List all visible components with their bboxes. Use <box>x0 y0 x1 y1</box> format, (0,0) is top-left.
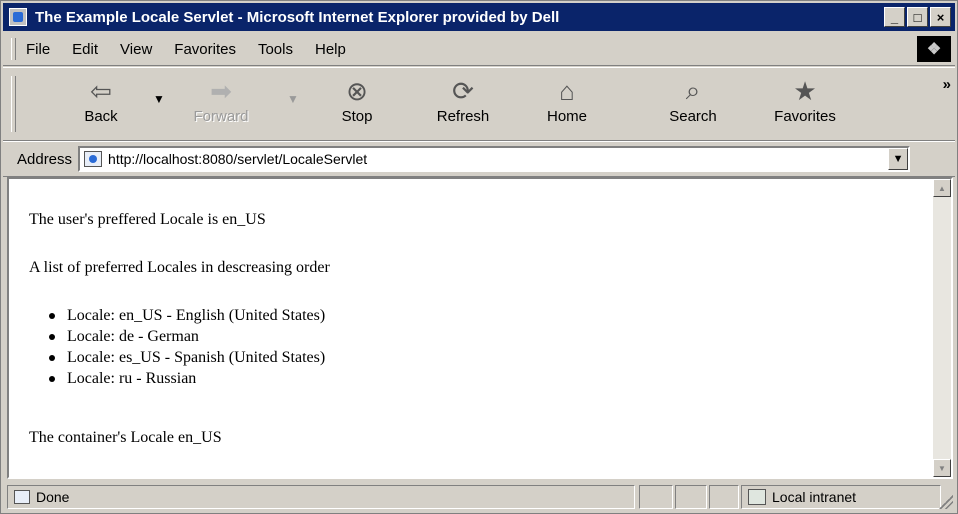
search-button[interactable]: ⌕ Search <box>651 74 735 134</box>
resize-grip-icon[interactable] <box>939 495 953 509</box>
scroll-down-icon[interactable]: ▼ <box>933 459 951 477</box>
home-button[interactable]: ⌂ Home <box>525 74 609 134</box>
page-status-icon <box>14 490 30 504</box>
page-content: The user's preffered Locale is en_US A l… <box>7 177 953 479</box>
stop-button[interactable]: ⊗ Stop <box>315 74 399 134</box>
page-icon <box>84 151 103 167</box>
menu-help[interactable]: Help <box>315 41 346 58</box>
zone-label: Local intranet <box>772 489 857 505</box>
forward-dropdown-icon[interactable]: ▼ <box>287 92 299 106</box>
close-button[interactable]: × <box>930 7 951 27</box>
browser-window: The Example Locale Servlet - Microsoft I… <box>0 0 958 514</box>
forward-button[interactable]: ➡ Forward <box>179 74 263 134</box>
stop-icon: ⊗ <box>346 75 368 106</box>
list-item: Locale: en_US - English (United States) <box>48 307 326 324</box>
status-bar: Done Local intranet <box>3 483 955 511</box>
maximize-button[interactable]: □ <box>907 7 928 27</box>
ie-window-icon[interactable] <box>9 8 27 26</box>
forward-arrow-icon: ➡ <box>210 75 232 106</box>
menu-bar: File Edit View Favorites Tools Help ❖ <box>3 33 955 66</box>
address-dropdown-icon[interactable]: ▼ <box>888 148 909 170</box>
favorites-icon: ★ <box>793 75 817 106</box>
list-item: Locale: ru - Russian <box>48 368 325 389</box>
menu-grip[interactable] <box>11 38 16 60</box>
back-button[interactable]: ⇦ Back <box>59 74 143 134</box>
status-text: Done <box>36 489 70 505</box>
back-label: Back <box>84 108 118 125</box>
preferred-locale-text: The user's preffered Locale is en_US <box>29 211 266 228</box>
container-locale-text: The container's Locale en_US <box>29 429 222 446</box>
favorites-label: Favorites <box>774 108 836 125</box>
locale-list-intro: A list of preferred Locales in descreasi… <box>29 259 330 276</box>
status-panel: Done <box>7 485 635 509</box>
menu-favorites[interactable]: Favorites <box>174 41 236 58</box>
vertical-scrollbar[interactable]: ▲ ▼ <box>933 179 951 477</box>
refresh-label: Refresh <box>436 108 490 125</box>
ie-throbber-logo: ❖ <box>917 36 951 62</box>
address-url[interactable]: http://localhost:8080/servlet/LocaleServ… <box>108 151 367 167</box>
address-field[interactable]: http://localhost:8080/servlet/LocaleServ… <box>78 146 911 172</box>
search-label: Search <box>669 108 717 125</box>
locale-list: Locale: en_US - English (United States) … <box>48 305 326 389</box>
standard-toolbar: ⇦ Back ▼ ➡ Forward ▼ ⊗ Stop ⟳ Refresh ⌂ … <box>3 67 955 141</box>
page-body: The user's preffered Locale is en_US A l… <box>9 179 933 477</box>
menu-edit[interactable]: Edit <box>72 41 98 58</box>
minimize-button[interactable]: _ <box>884 7 905 27</box>
back-arrow-icon: ⇦ <box>90 75 112 106</box>
address-label: Address <box>17 150 73 168</box>
status-panel-secure <box>675 485 707 509</box>
back-dropdown-icon[interactable]: ▼ <box>153 92 165 106</box>
list-item: Locale: de - German <box>48 326 325 347</box>
menu-view[interactable]: View <box>120 41 152 58</box>
forward-label: Forward <box>193 108 249 125</box>
stop-label: Stop <box>341 108 373 125</box>
refresh-button[interactable]: ⟳ Refresh <box>421 74 505 134</box>
menu-tools[interactable]: Tools <box>258 41 293 58</box>
title-bar[interactable]: The Example Locale Servlet - Microsoft I… <box>3 3 955 31</box>
list-item: Locale: es_US - Spanish (United States) <box>48 349 326 366</box>
toolbar-grip[interactable] <box>11 76 16 132</box>
windows-logo-icon: ❖ <box>926 41 942 58</box>
window-controls: _ □ × <box>884 7 951 27</box>
favorites-button[interactable]: ★ Favorites <box>763 74 847 134</box>
toolbar-overflow-chevron-icon[interactable]: » <box>943 76 951 93</box>
menu-file[interactable]: File <box>26 41 50 58</box>
window-title: The Example Locale Servlet - Microsoft I… <box>35 8 560 26</box>
status-panel-privacy <box>709 485 739 509</box>
status-panel-progress <box>639 485 673 509</box>
refresh-icon: ⟳ <box>452 75 474 106</box>
home-icon: ⌂ <box>559 75 575 106</box>
address-bar: Address http://localhost:8080/servlet/Lo… <box>3 141 955 177</box>
security-zone[interactable]: Local intranet <box>741 485 941 509</box>
scroll-up-icon[interactable]: ▲ <box>933 179 951 197</box>
intranet-icon <box>748 489 766 505</box>
search-icon: ⌕ <box>685 75 701 105</box>
home-label: Home <box>546 108 587 125</box>
